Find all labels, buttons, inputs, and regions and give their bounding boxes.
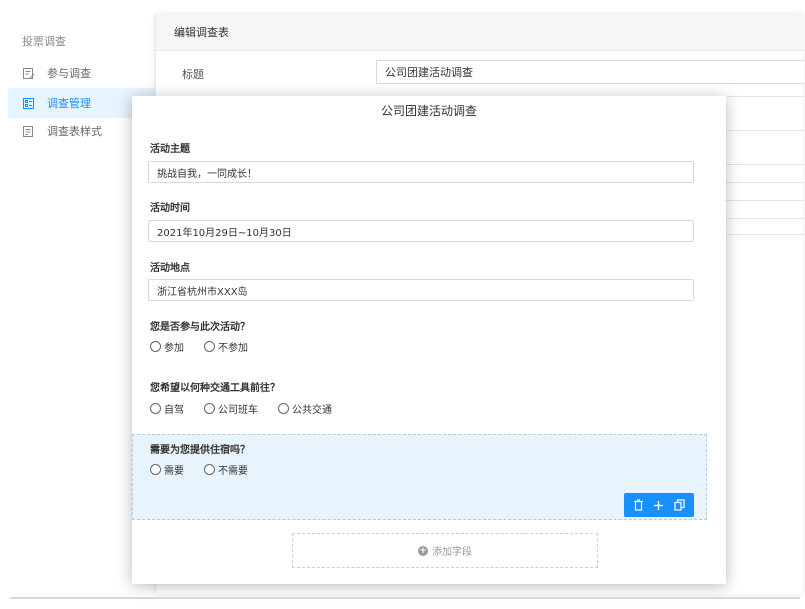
radio-group-transport: 自驾 公司班车 公共交通: [150, 401, 352, 416]
document-style-icon: [22, 125, 35, 138]
radio-circle: [204, 341, 215, 352]
copy-button[interactable]: [671, 496, 689, 514]
editor-header: 编辑调查表: [156, 14, 804, 51]
radio-circle: [150, 341, 161, 352]
radio-circle: [204, 464, 215, 475]
sidebar-item-label: 参与调查: [47, 67, 91, 80]
field-input-time[interactable]: 2021年10月29日~10月30日: [148, 220, 694, 242]
frame-edge: [10, 597, 800, 599]
radio-option-public-transport[interactable]: 公共交通: [278, 401, 332, 416]
radio-label: 参加: [164, 343, 184, 354]
add-circle-icon: +: [418, 545, 428, 556]
radio-label: 需要: [164, 466, 184, 477]
question-label-participate: 您是否参与此次活动？: [150, 322, 250, 333]
divider: [726, 96, 804, 97]
divider: [726, 164, 804, 165]
field-label-time: 活动时间: [150, 203, 190, 214]
title-label: 标题: [182, 68, 204, 81]
radio-label: 公司班车: [218, 405, 258, 416]
trash-icon: [633, 499, 643, 511]
form-title: 公司团建活动调查: [380, 104, 477, 118]
divider: [726, 218, 804, 219]
add-field-button[interactable]: + 添加字段: [292, 533, 598, 568]
divider: [726, 182, 804, 183]
radio-label: 公共交通: [292, 405, 332, 416]
question-toolbar: [624, 493, 694, 517]
radio-option-no-need[interactable]: 不需要: [204, 462, 248, 477]
radio-group-lodging: 需要 不需要: [150, 462, 268, 477]
plus-icon: [654, 500, 664, 510]
copy-icon: [674, 499, 685, 511]
survey-form-preview: 公司团建活动调查 活动主题 挑战自我，一同成长！ 活动时间 2021年10月29…: [132, 96, 726, 584]
divider: [726, 130, 804, 131]
sidebar-title: 投票调查: [22, 35, 66, 48]
add-field-label: 添加字段: [432, 547, 472, 558]
radio-circle: [204, 403, 215, 414]
question-label-lodging: 需要为您提供住宿吗？: [150, 445, 250, 456]
question-label-transport: 您希望以何种交通工具前往？: [150, 383, 280, 394]
radio-circle: [150, 403, 161, 414]
add-button[interactable]: [650, 496, 668, 514]
radio-label: 不参加: [218, 343, 248, 354]
radio-label: 自驾: [164, 405, 184, 416]
radio-label: 不需要: [218, 466, 248, 477]
radio-circle: [150, 464, 161, 475]
sidebar-item-label: 调查表样式: [47, 125, 102, 138]
divider: [726, 234, 804, 235]
document-edit-icon: [22, 67, 35, 80]
sidebar-item-participate[interactable]: 参与调查: [8, 58, 155, 88]
radio-group-participate: 参加 不参加: [150, 339, 268, 354]
radio-option-self-drive[interactable]: 自驾: [150, 401, 184, 416]
field-label-theme: 活动主题: [150, 144, 190, 155]
divider: [726, 200, 804, 201]
radio-option-not-attend[interactable]: 不参加: [204, 339, 248, 354]
title-input[interactable]: 公司团建活动调查: [376, 60, 804, 84]
radio-option-attend[interactable]: 参加: [150, 339, 184, 354]
radio-option-company-bus[interactable]: 公司班车: [204, 401, 258, 416]
survey-list-icon: [22, 97, 35, 110]
sidebar-item-label: 调查管理: [47, 97, 91, 110]
delete-button[interactable]: [629, 496, 647, 514]
radio-circle: [278, 403, 289, 414]
field-label-location: 活动地点: [150, 263, 190, 274]
field-input-theme[interactable]: 挑战自我，一同成长！: [148, 161, 694, 183]
radio-option-need[interactable]: 需要: [150, 462, 184, 477]
field-input-location[interactable]: 浙江省杭州市XXX岛: [148, 279, 694, 301]
